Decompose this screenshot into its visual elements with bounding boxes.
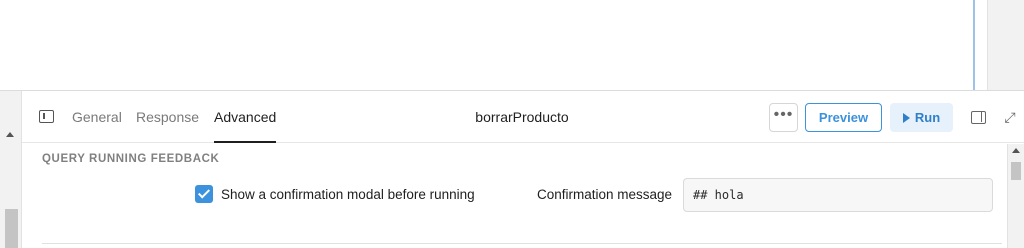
confirmation-message-input[interactable]: ## hola: [683, 178, 993, 212]
canvas-area: [0, 0, 1024, 90]
right-scrollbar[interactable]: [1007, 144, 1024, 248]
confirmation-modal-checkbox[interactable]: [195, 185, 213, 203]
tab-general[interactable]: General: [72, 91, 122, 143]
sidebar-toggle-icon[interactable]: [39, 110, 54, 123]
checkbox-label: Show a confirmation modal before running: [221, 187, 475, 202]
query-editor-panel: General Response Advanced borrarProducto…: [0, 90, 1024, 248]
run-button-label: Run: [914, 110, 941, 125]
canvas-divider: [973, 0, 975, 90]
confirmation-message-label: Confirmation message: [537, 187, 673, 202]
preview-button[interactable]: Preview: [805, 103, 882, 132]
scroll-thumb[interactable]: [5, 209, 18, 248]
section-title: QUERY RUNNING FEEDBACK: [42, 153, 220, 165]
query-header: General Response Advanced borrarProducto…: [22, 91, 1024, 143]
tab-advanced[interactable]: Advanced: [214, 91, 277, 143]
more-options-button[interactable]: •••: [769, 103, 798, 132]
scroll-up-arrow-icon[interactable]: [6, 132, 14, 137]
split-panel-icon[interactable]: [971, 111, 986, 124]
scroll-up-arrow-icon[interactable]: [1012, 148, 1020, 153]
expand-icon[interactable]: ⤢: [1002, 109, 1018, 125]
app-root: General Response Advanced borrarProducto…: [0, 0, 1024, 248]
canvas-scrollbar[interactable]: [987, 0, 1024, 90]
run-button[interactable]: Run: [890, 103, 953, 132]
query-name-title[interactable]: borrarProducto: [452, 91, 592, 143]
play-icon: [902, 113, 910, 123]
scroll-thumb[interactable]: [1011, 162, 1021, 180]
section-divider: [42, 243, 1002, 244]
tab-response[interactable]: Response: [136, 91, 199, 143]
left-scrollbar[interactable]: [0, 91, 22, 248]
